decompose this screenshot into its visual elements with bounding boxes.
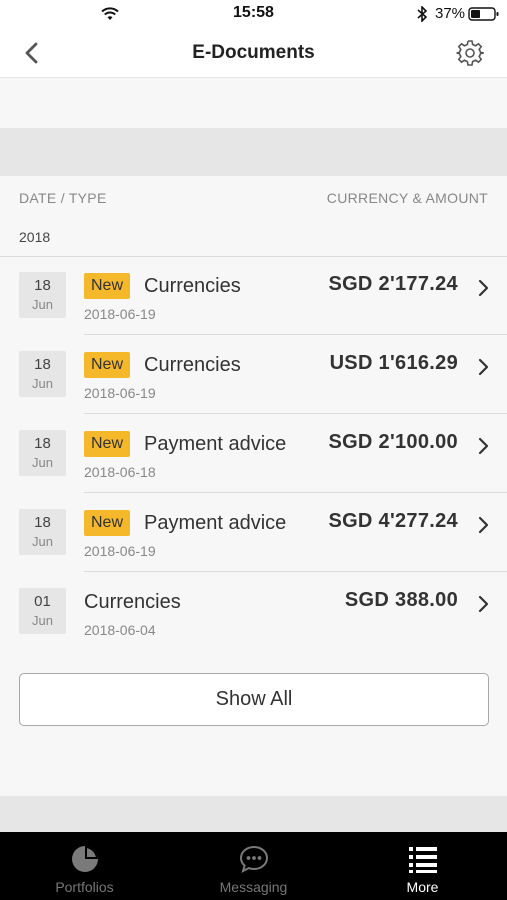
status-time: 15:58 <box>233 4 274 21</box>
tab-bar: Portfolios Messaging More <box>0 832 507 900</box>
document-date: 2018-06-18 <box>84 464 156 480</box>
tab-more[interactable]: More <box>338 832 507 900</box>
new-badge: New <box>84 431 131 457</box>
chevron-right-icon <box>478 358 489 376</box>
chevron-right-icon <box>478 595 489 613</box>
chat-bubble-icon <box>239 845 269 873</box>
document-amount: SGD 2'177.24 <box>328 273 458 295</box>
date-day: 18 <box>34 356 51 373</box>
tab-label: Messaging <box>219 879 288 895</box>
new-badge: New <box>84 352 131 378</box>
pie-chart-icon <box>72 846 98 872</box>
column-header-currency-amount: CURRENCY & AMOUNT <box>326 190 488 206</box>
show-all-button[interactable]: Show All <box>19 673 489 726</box>
document-date: 2018-06-19 <box>84 306 156 322</box>
page-title: E-Documents <box>192 42 315 63</box>
tab-portfolios[interactable]: Portfolios <box>0 832 169 900</box>
document-type: Currencies <box>144 354 241 376</box>
tab-label: Portfolios <box>55 879 114 895</box>
year-group-label: 2018 <box>19 229 51 245</box>
document-date: 2018-06-19 <box>84 543 156 559</box>
tab-messaging[interactable]: Messaging <box>169 832 338 900</box>
date-day: 18 <box>34 435 51 452</box>
document-row[interactable]: 18 Jun New Payment advice 2018-06-18 SGD… <box>0 414 507 493</box>
new-badge: New <box>84 273 131 299</box>
chevron-right-icon <box>478 279 489 297</box>
settings-gear-icon[interactable] <box>456 39 484 67</box>
date-month: Jun <box>32 297 53 312</box>
date-day: 01 <box>34 593 51 610</box>
document-row[interactable]: 18 Jun New Payment advice 2018-06-19 SGD… <box>0 493 507 572</box>
document-amount: SGD 4'277.24 <box>328 510 458 532</box>
footer-band <box>0 796 507 832</box>
document-type: Currencies <box>144 275 241 297</box>
status-bar: 15:58 37% <box>0 0 507 28</box>
document-row[interactable]: 18 Jun New Currencies 2018-06-19 USD 1'6… <box>0 335 507 414</box>
document-amount: SGD 2'100.00 <box>328 431 458 453</box>
battery-icon <box>468 7 499 21</box>
document-type: Payment advice <box>144 433 287 455</box>
document-amount: SGD 388.00 <box>344 589 458 611</box>
section-separator-band <box>0 128 507 176</box>
battery-percent: 37% <box>435 5 466 22</box>
document-row[interactable]: 18 Jun New Currencies 2018-06-19 SGD 2'1… <box>0 256 507 335</box>
date-box: 18 Jun <box>19 430 66 476</box>
navigation-bar: E-Documents <box>0 28 507 78</box>
chevron-right-icon <box>478 437 489 455</box>
menu-list-icon <box>409 847 437 873</box>
column-header-date-type: DATE / TYPE <box>19 190 107 206</box>
date-box: 01 Jun <box>19 588 66 634</box>
document-type: Currencies <box>84 591 181 613</box>
document-row[interactable]: 01 Jun Currencies 2018-06-04 SGD 388.00 <box>0 572 507 651</box>
date-day: 18 <box>34 277 51 294</box>
date-month: Jun <box>32 613 53 628</box>
document-amount: USD 1'616.29 <box>329 352 458 374</box>
document-list: 18 Jun New Currencies 2018-06-19 SGD 2'1… <box>0 256 507 651</box>
chevron-right-icon <box>478 516 489 534</box>
date-box: 18 Jun <box>19 272 66 318</box>
date-box: 18 Jun <box>19 509 66 555</box>
date-day: 18 <box>34 514 51 531</box>
tab-label: More <box>406 879 439 895</box>
bluetooth-icon <box>417 6 428 22</box>
document-date: 2018-06-04 <box>84 622 156 638</box>
date-box: 18 Jun <box>19 351 66 397</box>
document-type: Payment advice <box>144 512 287 534</box>
document-date: 2018-06-19 <box>84 385 156 401</box>
date-month: Jun <box>32 376 53 391</box>
date-month: Jun <box>32 455 53 470</box>
new-badge: New <box>84 510 131 536</box>
date-month: Jun <box>32 534 53 549</box>
